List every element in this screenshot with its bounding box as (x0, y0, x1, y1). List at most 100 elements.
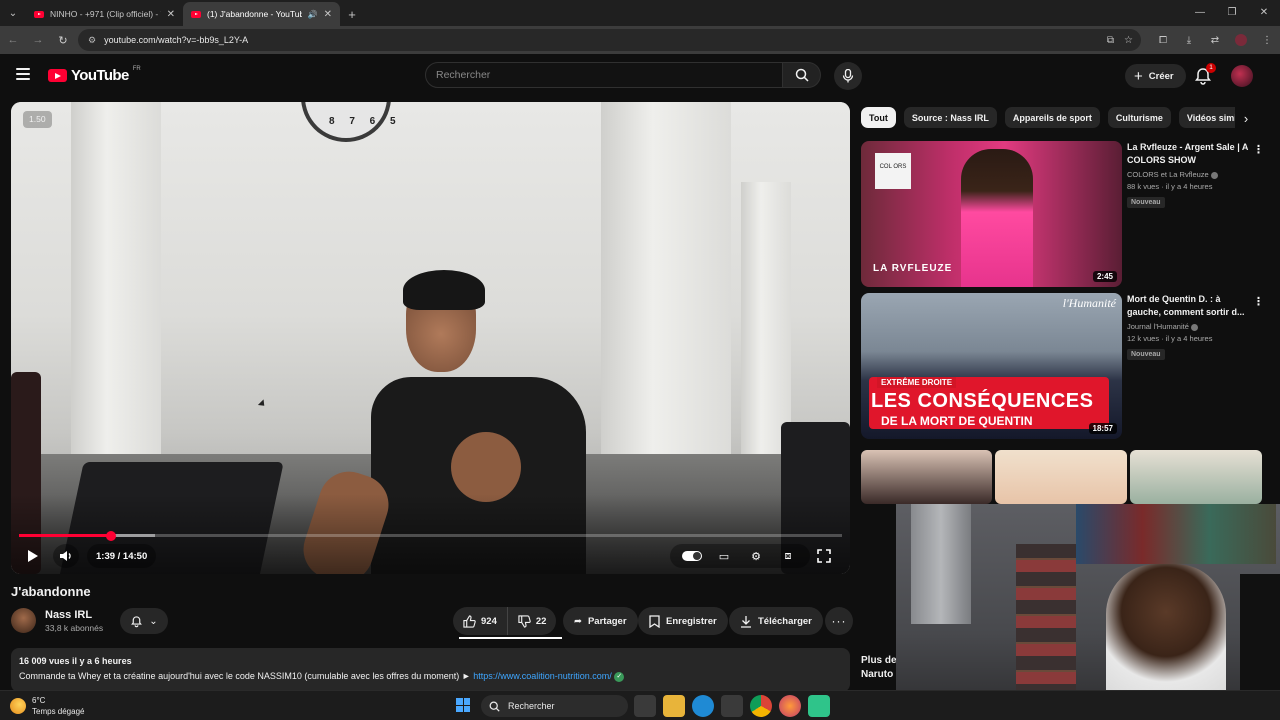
chrome-icon[interactable] (750, 695, 772, 717)
search-input[interactable] (425, 62, 783, 88)
like-button[interactable]: 924 (453, 607, 508, 635)
discord-icon[interactable] (808, 695, 830, 717)
maximize-icon[interactable]: ❐ (1216, 0, 1248, 24)
download-label: Télécharger (758, 615, 812, 627)
settings-gear-icon[interactable]: ⚙ (742, 544, 770, 568)
more-options-icon[interactable]: ⋮ (1253, 143, 1264, 156)
like-count: 924 (481, 615, 497, 627)
task-view-icon[interactable] (634, 695, 656, 717)
volume-icon (60, 551, 71, 561)
voice-search-button[interactable] (834, 62, 862, 90)
minimize-icon[interactable]: — (1184, 0, 1216, 24)
bell-icon (131, 615, 143, 627)
subtitles-icon[interactable]: ▭ (710, 544, 738, 568)
recommendation-title[interactable]: Mort de Quentin D. : à gauche, comment s… (1127, 293, 1251, 319)
autoplay-toggle[interactable] (678, 544, 706, 568)
save-button[interactable]: Enregistrer (638, 607, 728, 635)
chip-all[interactable]: Tout (861, 107, 896, 128)
fullscreen-icon[interactable] (812, 544, 836, 568)
playback-speed-indicator: 1.50 (23, 111, 52, 128)
store-icon[interactable] (721, 695, 743, 717)
create-button[interactable]: + Créer (1125, 64, 1186, 88)
new-tab-button[interactable]: + (340, 2, 364, 26)
scrubber-handle[interactable] (106, 530, 117, 541)
short-thumbnail[interactable] (861, 450, 992, 504)
chip-source[interactable]: Source : Nass IRL (903, 107, 997, 128)
edge-icon[interactable] (692, 695, 714, 717)
progress-bar[interactable] (19, 530, 842, 541)
youtube-logo[interactable]: YouTube FR (48, 66, 141, 84)
youtube-header: YouTube FR + Créer 1 (0, 54, 1280, 98)
chevron-right-icon[interactable]: › (1235, 107, 1257, 129)
more-actions-button[interactable]: ··· (825, 607, 853, 635)
youtube-favicon-icon (34, 10, 44, 18)
miniplayer-icon[interactable]: ⧈ (774, 544, 802, 568)
microphone-icon (842, 69, 854, 83)
more-options-icon[interactable]: ⋮ (1253, 295, 1264, 308)
video-thumbnail[interactable]: l'Humanité EXTRÊME DROITE LES CONSÉQUENC… (861, 293, 1122, 439)
channel-avatar[interactable] (11, 608, 36, 633)
chip-bodybuilding[interactable]: Culturisme (1107, 107, 1171, 128)
description-link[interactable]: https://www.coalition-nutrition.com/ (473, 671, 612, 681)
close-tab-icon[interactable]: ✕ (324, 9, 332, 20)
file-explorer-icon[interactable] (663, 695, 685, 717)
chip-sport-equipment[interactable]: Appareils de sport (1004, 107, 1100, 128)
notification-badge: 1 (1206, 63, 1216, 73)
short-thumbnail[interactable] (995, 450, 1127, 504)
browser-tab-current[interactable]: (1) J'abandonne - YouTube 🔊 ✕ (183, 2, 340, 26)
tab-audio-icon[interactable]: 🔊 (308, 10, 318, 19)
taskbar-search-label: Rechercher (508, 701, 555, 711)
duration-badge: 2:45 (1092, 271, 1117, 282)
video-player[interactable]: 8 7 6 5 1.50 1:39 / 14:50 ▭ ⚙ ⧈ (11, 102, 850, 574)
back-icon[interactable]: ← (1, 28, 25, 52)
windows-start-icon[interactable] (456, 698, 470, 712)
volume-button[interactable] (53, 544, 79, 568)
verified-icon (1190, 323, 1198, 331)
description-box[interactable]: 16 009 vues il y a 6 heures Commande ta … (11, 648, 850, 692)
create-label: Créer (1148, 70, 1174, 82)
close-tab-icon[interactable]: ✕ (167, 9, 175, 20)
browser-menu-icon[interactable]: ⋮ (1254, 35, 1280, 46)
play-button[interactable] (21, 544, 45, 568)
notifications-button[interactable]: 1 (1193, 63, 1216, 86)
recommendation-item[interactable]: l'Humanité EXTRÊME DROITE LES CONSÉQUENC… (861, 293, 1264, 439)
site-info-icon[interactable]: ⚙ (88, 35, 96, 46)
browser-tab-bar: ⌄ NINHO - +971 (Clip officiel) - Y ✕ (1)… (0, 0, 1280, 26)
tab-search-menu-icon[interactable]: ⌄ (0, 0, 26, 26)
forward-icon[interactable]: → (26, 28, 50, 52)
address-bar[interactable]: ⚙ youtube.com/watch?v=-bb9s_L2Y-A ⧉ ☆ (78, 29, 1141, 51)
firefox-icon[interactable] (779, 695, 801, 717)
account-avatar[interactable] (1231, 65, 1253, 87)
recommendation-channel: Journal l'Humanité (1127, 322, 1251, 331)
profile-icon[interactable] (1228, 34, 1254, 46)
search-button[interactable] (783, 62, 821, 88)
share-button[interactable]: ➦ Partager (563, 607, 638, 635)
reload-icon[interactable]: ↻ (51, 28, 75, 52)
taskbar-search[interactable]: Rechercher (481, 695, 628, 717)
temperature: 6°C (32, 696, 46, 705)
subscription-bell-button[interactable]: ⌄ (120, 608, 168, 634)
share-icon: ➦ (574, 615, 582, 627)
browser-tab-ninho[interactable]: NINHO - +971 (Clip officiel) - Y ✕ (26, 2, 183, 26)
downloads-icon[interactable]: ⤓ (1176, 35, 1202, 46)
menu-icon[interactable] (16, 68, 30, 80)
dislike-count: 22 (535, 615, 547, 627)
short-thumbnail[interactable] (1130, 450, 1262, 504)
close-window-icon[interactable]: ✕ (1248, 0, 1280, 24)
filter-chips: Tout Source : Nass IRL Appareils de spor… (861, 107, 1251, 129)
dislike-button[interactable]: 22 (508, 607, 557, 635)
tab-groups-icon[interactable]: ⇄ (1202, 35, 1228, 46)
thumbnail-masthead: l'Humanité (1062, 296, 1116, 310)
recommendation-item[interactable]: COL ORS LA RVFLEUZE 2:45 La Rvfleuze - A… (861, 141, 1264, 287)
extensions-icon[interactable]: ⧠ (1150, 35, 1176, 46)
weather-widget[interactable]: 6°C Temps dégagé (10, 695, 84, 717)
duration-badge: 18:57 (1088, 423, 1117, 434)
channel-name[interactable]: Nass IRL (45, 609, 92, 621)
download-button[interactable]: Télécharger (729, 607, 823, 635)
recommendation-title[interactable]: La Rvfleuze - Argent Sale | A COLORS SHO… (1127, 141, 1251, 167)
thumbnail-subheadline: DE LA MORT DE QUENTIN (881, 414, 1033, 428)
install-app-icon[interactable]: ⧉ (1107, 35, 1114, 46)
bookmark-star-icon[interactable]: ☆ (1124, 35, 1133, 46)
video-thumbnail[interactable]: COL ORS LA RVFLEUZE 2:45 (861, 141, 1122, 287)
colors-logo: COL ORS (875, 153, 911, 189)
